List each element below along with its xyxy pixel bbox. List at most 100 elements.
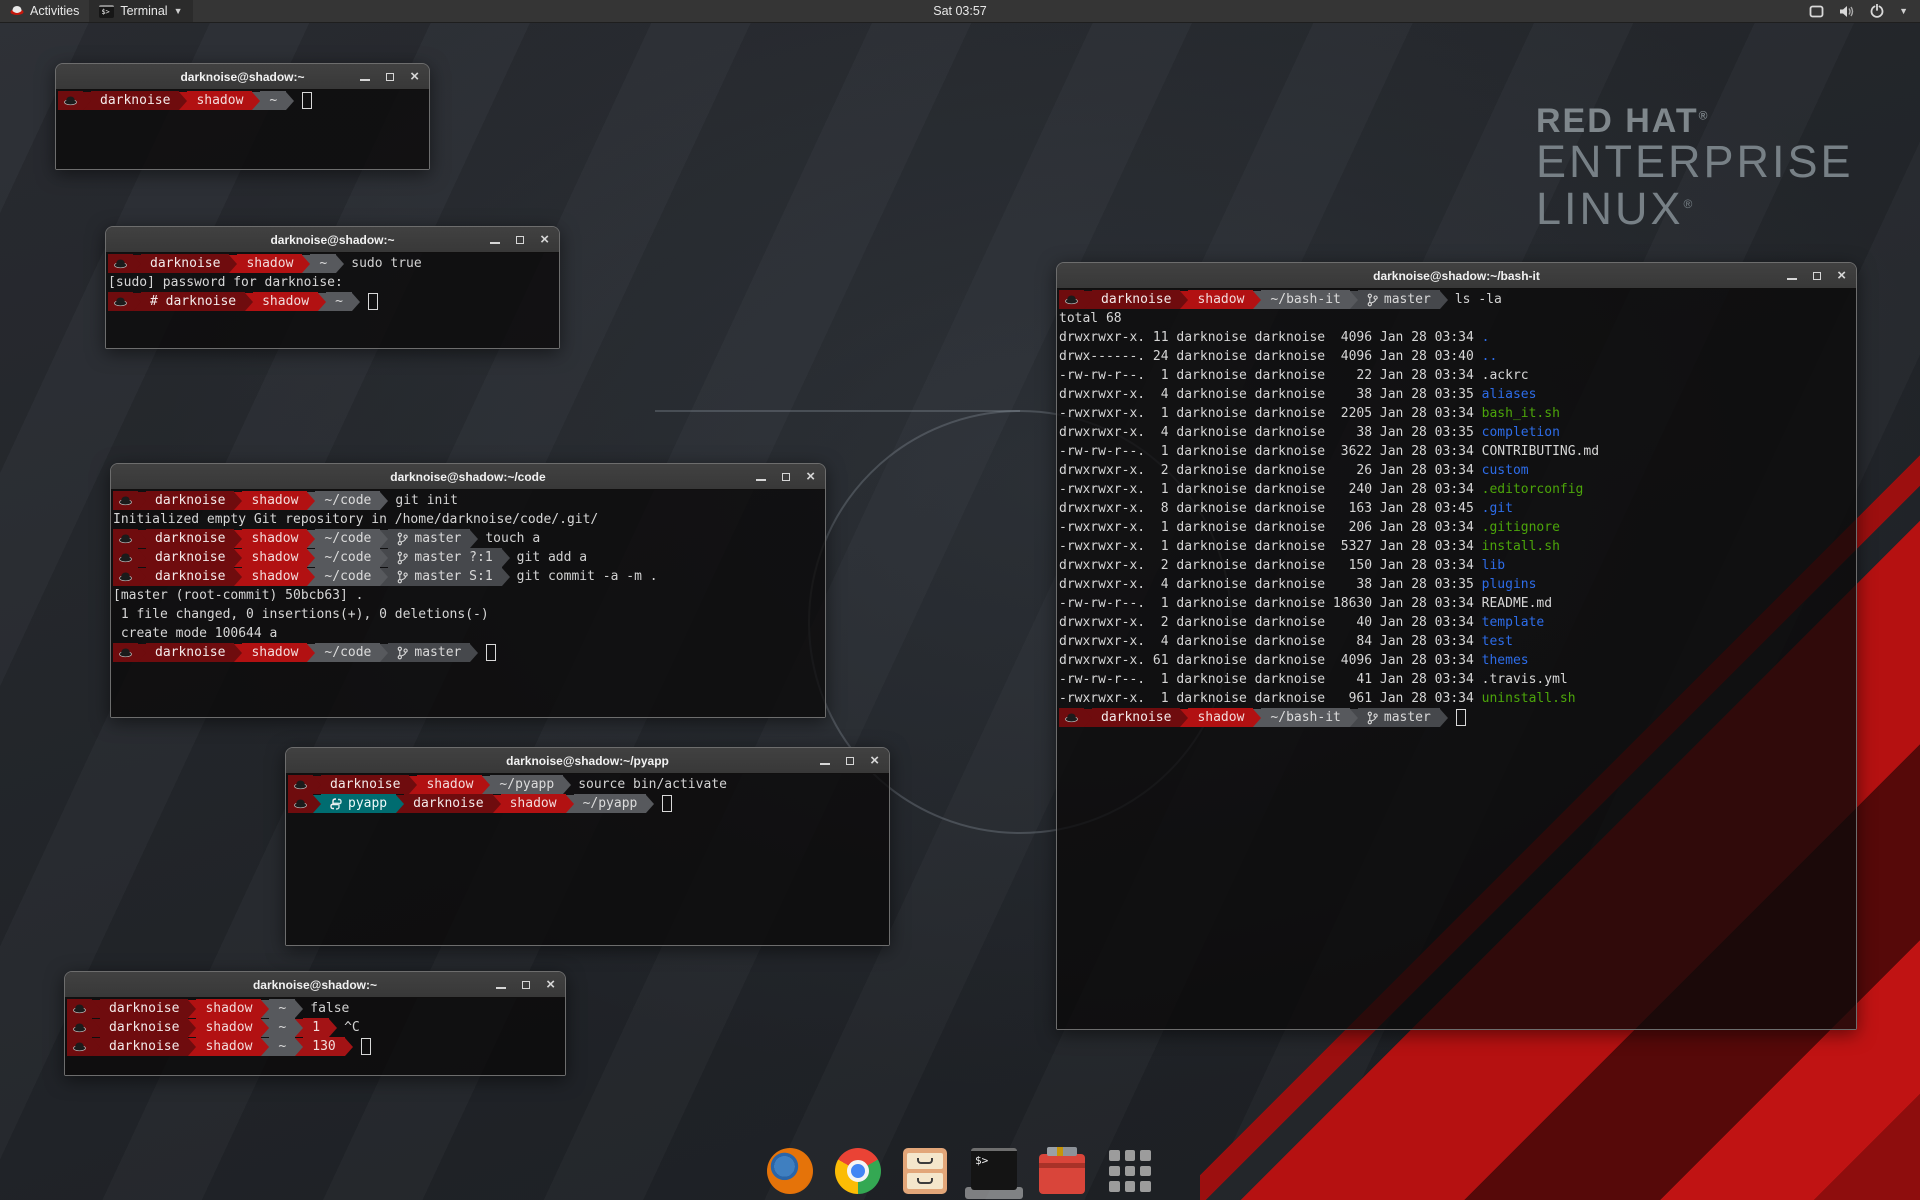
chrome-icon[interactable] [835,1148,881,1194]
terminal-content[interactable]: darknoiseshadow~sudo true[sudo] password… [106,252,559,348]
close-button[interactable]: × [1837,268,1846,283]
ls-row-filename: lib [1482,558,1505,573]
redhat-icon [64,95,77,106]
desktop: RED HAT® ENTERPRISE LINUX® Activities $>… [0,0,1920,1200]
powerline-separator [188,1019,196,1037]
prompt-segment-git: master [1358,290,1440,309]
maximize-button[interactable] [846,757,854,765]
git-branch-icon [1367,711,1378,725]
app-menu-terminal[interactable]: $> Terminal ▼ [89,0,192,22]
maximize-button[interactable] [782,473,790,481]
clock[interactable]: Sat 03:57 [933,4,987,18]
terminal-line: darknoiseshadow~ [58,91,429,110]
terminal-content[interactable]: darknoiseshadow~/codegit initInitialized… [111,489,825,717]
terminal-line: drwxrwxr-x. 4 darknoise darknoise 84 Jan… [1059,632,1856,651]
powerline-separator [295,1038,303,1056]
output-text: create mode 100644 a [113,626,277,641]
titlebar[interactable]: darknoise@shadow:~ × [106,227,559,253]
powerline-separator [234,549,242,567]
ls-row-filename: themes [1482,653,1529,668]
minimize-button[interactable] [756,473,766,481]
powerline-separator [380,549,388,567]
prompt-segment-git: master [388,643,470,662]
command-text: sudo true [351,256,421,271]
terminal-line: darknoiseshadow~/bash-itmasterls -la [1059,290,1856,309]
ls-row-meta: -rwxrwxr-x. 1 darknoise darknoise 2205 J… [1059,406,1482,421]
terminal-content[interactable]: darknoiseshadow~falsedarknoiseshadow~1^C… [65,997,565,1075]
terminal-content[interactable]: darknoiseshadow~ [56,89,429,169]
maximize-button[interactable] [1813,272,1821,280]
prompt-segment-host: shadow [196,1037,261,1056]
prompt-segment-user: darknoise [146,548,234,567]
terminal-line: darknoiseshadow~false [67,999,565,1018]
powerline-separator [318,293,326,311]
ls-row-meta: drwxrwxr-x. 61 darknoise darknoise 4096 … [1059,653,1482,668]
system-tray[interactable]: ▼ [1809,0,1920,22]
clock-area: Sat 03:57 [0,4,1920,18]
titlebar[interactable]: darknoise@shadow:~ × [65,972,565,998]
titlebar[interactable]: darknoise@shadow:~/code × [111,464,825,490]
dock: $> [0,1148,1920,1194]
terminal-content[interactable]: darknoiseshadow~/pyappsource bin/activat… [286,773,889,945]
window-title: darknoise@shadow:~/bash-it [1373,269,1540,283]
ls-row-filename: .ackrc [1482,368,1529,383]
prompt-segment-path: ~ [260,91,286,110]
prompt-segment-path: ~/code [315,548,380,567]
titlebar[interactable]: darknoise@shadow:~ × [56,64,429,90]
prompt-segment-host: shadow [237,254,302,273]
app-grid-icon[interactable] [1107,1148,1153,1194]
prompt-segment-host: shadow [242,643,307,662]
toolbox-icon[interactable] [1039,1148,1085,1194]
close-button[interactable]: × [546,977,555,992]
volume-icon [1839,5,1855,18]
close-button[interactable]: × [410,69,419,84]
ls-row-filename: .. [1482,349,1498,364]
prompt-segment-distro [67,1037,92,1056]
close-button[interactable]: × [540,232,549,247]
minimize-button[interactable] [490,236,500,244]
terminal-content[interactable]: darknoiseshadow~/bash-itmasterls -latota… [1057,288,1856,1029]
close-button[interactable]: × [806,469,815,484]
titlebar[interactable]: darknoise@shadow:~/bash-it × [1057,263,1856,289]
maximize-button[interactable] [516,236,524,244]
prompt-segment-user: darknoise [91,91,179,110]
prompt-segment-user: darknoise [100,1037,188,1056]
powerline-separator [286,92,294,110]
git-branch-icon [397,570,408,584]
redhat-icon [1065,294,1078,305]
prompt-segment-distro [113,643,138,662]
powerline-separator [307,644,315,662]
terminal-line: darknoiseshadow~/codemaster [113,643,825,662]
activities-button[interactable]: Activities [0,0,89,22]
prompt-segment-distro [67,1018,92,1037]
terminal-icon[interactable]: $> [971,1148,1017,1194]
firefox-icon[interactable] [767,1148,813,1194]
prompt-segment-distro [113,548,138,567]
top-bar: Activities $> Terminal ▼ Sat 03:57 ▼ [0,0,1920,23]
ls-row-meta: -rwxrwxr-x. 1 darknoise darknoise 961 Ja… [1059,691,1482,706]
minimize-button[interactable] [820,757,830,765]
ls-row-meta: -rw-rw-r--. 1 darknoise darknoise 18630 … [1059,596,1482,611]
ls-row-filename: plugins [1482,577,1537,592]
minimize-button[interactable] [360,73,370,81]
powerline-separator [92,1019,100,1037]
prompt-segment-host: shadow [196,999,261,1018]
prompt-segment-path: ~ [326,292,352,311]
terminal-line: drwxrwxr-x. 4 darknoise darknoise 38 Jan… [1059,423,1856,442]
powerline-separator [92,1038,100,1056]
close-button[interactable]: × [870,753,879,768]
minimize-button[interactable] [1787,272,1797,280]
powerline-separator [1180,291,1188,309]
maximize-button[interactable] [386,73,394,81]
titlebar[interactable]: darknoise@shadow:~/pyapp × [286,748,889,774]
minimize-button[interactable] [496,981,506,989]
terminal-line: 1 file changed, 0 insertions(+), 0 delet… [113,605,825,624]
ls-row-filename: uninstall.sh [1482,691,1576,706]
terminal-line: -rw-rw-r--. 1 darknoise darknoise 18630 … [1059,594,1856,613]
prompt-segment-path: ~/code [315,529,380,548]
powerline-separator [295,1019,303,1037]
powerline-separator [345,1038,353,1056]
files-icon[interactable] [903,1148,949,1194]
prompt-segment-distro [113,529,138,548]
maximize-button[interactable] [522,981,530,989]
